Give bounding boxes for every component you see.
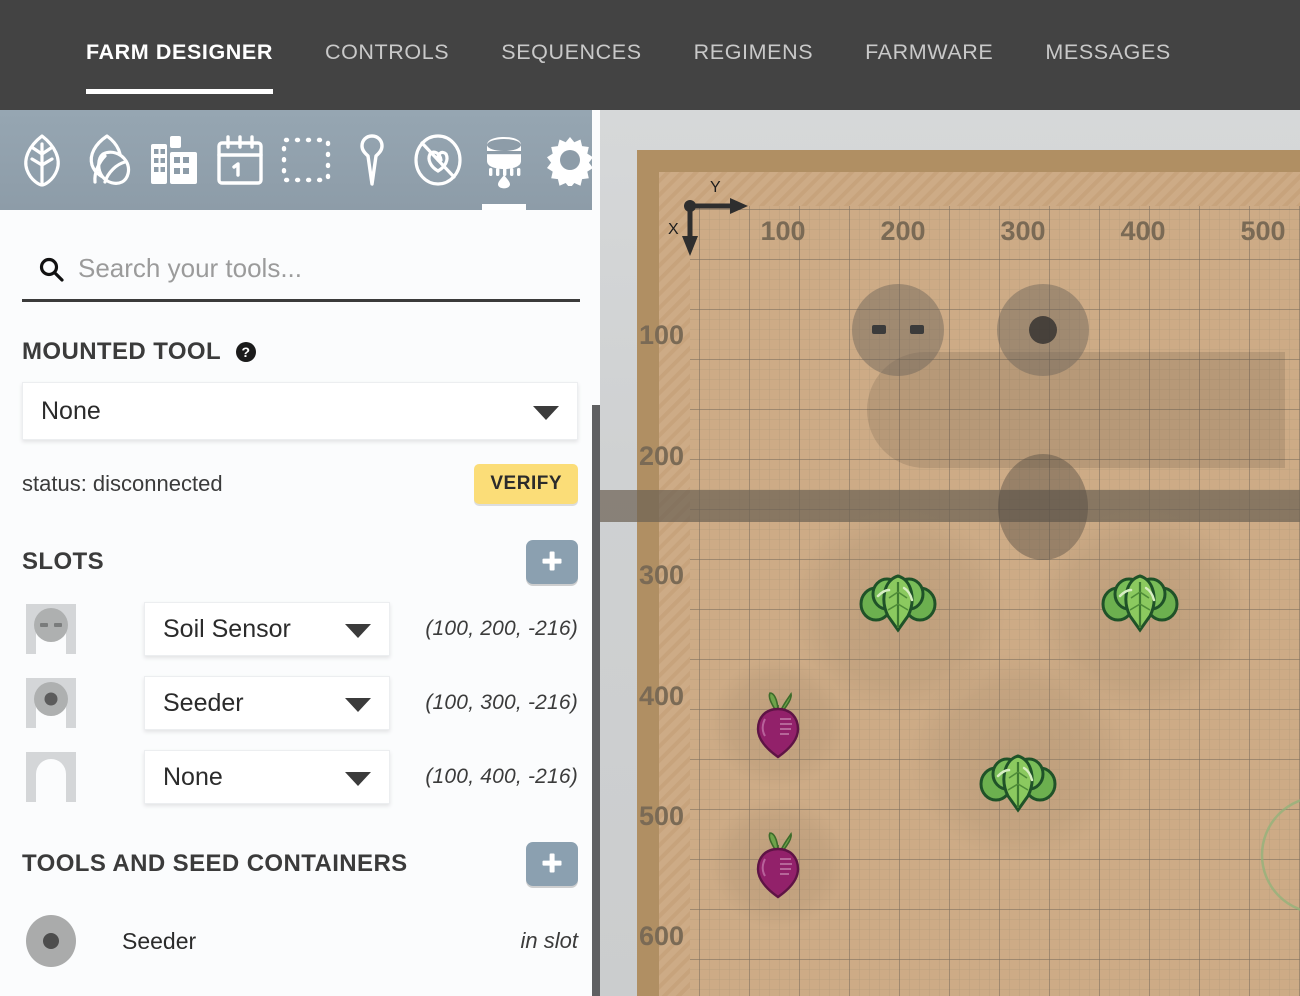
tab-settings[interactable] — [542, 110, 598, 210]
search-input[interactable] — [78, 253, 558, 284]
slot-soil-sensor-icon — [22, 600, 80, 658]
slot-seeder-icon — [22, 674, 80, 732]
seeder-dot-icon — [22, 912, 80, 970]
slot-tool-select[interactable]: None — [144, 750, 390, 804]
slots-header: SLOTS — [22, 540, 578, 584]
mounted-tool-select[interactable]: None — [22, 382, 578, 440]
tab-points[interactable] — [344, 110, 400, 210]
verify-button[interactable]: VERIFY — [474, 464, 578, 504]
garden-map-svg[interactable]: Y X 100 200 300 400 500 100 200 300 400 … — [600, 110, 1300, 996]
gear-icon — [544, 134, 596, 186]
slot-row: Seeder (100, 300, -216) — [22, 674, 578, 732]
mounted-tool-selected-value: None — [41, 397, 101, 426]
slot-coordinates: (100, 400, -216) — [425, 765, 578, 789]
search-icon — [38, 256, 64, 282]
grid-blocks-icon — [149, 134, 199, 186]
tools-and-seed-containers-section: TOOLS AND SEED CONTAINERS — [22, 842, 578, 970]
tools-and-seed-containers-header: TOOLS AND SEED CONTAINERS — [22, 842, 578, 886]
slots-section: SLOTS — [22, 540, 578, 806]
tab-tools[interactable] — [476, 110, 532, 210]
nav-tab-farm-designer[interactable]: FARM DESIGNER — [60, 0, 299, 65]
tool-search-bar[interactable] — [22, 238, 580, 302]
dashed-rectangle-icon — [280, 136, 332, 184]
nav-tab-list: FARM DESIGNER CONTROLS SEQUENCES REGIMEN… — [60, 0, 1197, 110]
tab-groups[interactable] — [80, 110, 136, 210]
slots-title: SLOTS — [22, 548, 104, 576]
tab-weeds[interactable] — [410, 110, 466, 210]
add-tool-button[interactable] — [526, 842, 578, 886]
tool-drip-icon — [477, 131, 531, 189]
svg-text:200: 200 — [639, 441, 684, 471]
plus-icon — [540, 851, 564, 878]
top-navigation-bar: FARM DESIGNER CONTROLS SEQUENCES REGIMEN… — [0, 0, 1300, 110]
mounted-tool-status-row: status: disconnected VERIFY — [22, 464, 578, 504]
tool-item-status: in slot — [521, 928, 578, 954]
nav-tab-sequences[interactable]: SEQUENCES — [475, 0, 667, 65]
farm-designer-app: FARM DESIGNER CONTROLS SEQUENCES REGIMEN… — [0, 0, 1300, 996]
chevron-down-icon — [345, 624, 371, 638]
axis-label-x: X — [668, 221, 679, 238]
svg-text:100: 100 — [760, 216, 805, 246]
pin-icon — [358, 132, 386, 188]
svg-text:300: 300 — [1000, 216, 1045, 246]
slot-row: None (100, 400, -216) — [22, 748, 578, 806]
svg-text:400: 400 — [639, 681, 684, 711]
nav-tab-controls[interactable]: CONTROLS — [299, 0, 475, 65]
no-weeds-icon — [412, 133, 464, 187]
tab-curves[interactable] — [146, 110, 202, 210]
slot-tool-select[interactable]: Seeder — [144, 676, 390, 730]
chevron-down-icon — [533, 406, 559, 420]
leaves-icon — [81, 132, 135, 188]
slot-tool-value: Soil Sensor — [163, 615, 291, 644]
calendar-icon — [214, 133, 266, 187]
slot-coordinates: (100, 300, -216) — [425, 691, 578, 715]
nav-tab-messages[interactable]: MESSAGES — [1019, 0, 1196, 65]
tab-plants[interactable] — [14, 110, 70, 210]
plus-icon — [540, 549, 564, 576]
add-slot-button[interactable] — [526, 540, 578, 584]
mounted-tool-status: status: disconnected — [22, 471, 223, 497]
nav-tab-farmware[interactable]: FARMWARE — [839, 0, 1019, 65]
slot-tool-select[interactable]: Soil Sensor — [144, 602, 390, 656]
nav-tab-regimens[interactable]: REGIMENS — [668, 0, 839, 65]
mounted-tool-title: MOUNTED TOOL — [22, 338, 221, 366]
chevron-down-icon — [345, 772, 371, 786]
farm-designer-map[interactable]: Y X 100 200 300 400 500 100 200 300 400 … — [600, 110, 1300, 996]
list-item[interactable]: Seeder in slot — [22, 912, 578, 970]
tool-seeder-on-map[interactable] — [997, 284, 1089, 376]
slot-tool-value: Seeder — [163, 689, 244, 718]
mounted-tool-section: MOUNTED TOOL ? None status: disconnected… — [22, 338, 578, 504]
slot-row: Soil Sensor (100, 200, -216) — [22, 600, 578, 658]
svg-text:300: 300 — [639, 560, 684, 590]
designer-left-panel: MOUNTED TOOL ? None status: disconnected… — [0, 110, 600, 996]
axis-label-y: Y — [710, 179, 721, 196]
svg-text:?: ? — [242, 344, 251, 360]
slot-tool-value: None — [163, 763, 223, 792]
leaf-icon — [17, 132, 67, 188]
mounted-tool-title-group: MOUNTED TOOL ? — [22, 338, 257, 366]
designer-icon-tab-strip — [0, 110, 600, 210]
slot-coordinates: (100, 200, -216) — [425, 617, 578, 641]
svg-text:500: 500 — [1240, 216, 1285, 246]
svg-text:600: 600 — [639, 921, 684, 951]
svg-text:100: 100 — [639, 320, 684, 350]
tool-soil-sensor-on-map[interactable] — [852, 284, 944, 376]
tab-zones[interactable] — [278, 110, 334, 210]
help-icon[interactable]: ? — [235, 341, 257, 363]
tool-item-name: Seeder — [122, 928, 196, 955]
tools-and-seed-containers-title: TOOLS AND SEED CONTAINERS — [22, 850, 408, 878]
svg-text:500: 500 — [639, 801, 684, 831]
slot-empty-icon — [22, 748, 80, 806]
tool-bays[interactable] — [867, 352, 1285, 468]
chevron-down-icon — [345, 698, 371, 712]
mounted-tool-header: MOUNTED TOOL ? — [22, 338, 578, 366]
svg-text:400: 400 — [1120, 216, 1165, 246]
tab-events[interactable] — [212, 110, 268, 210]
svg-text:200: 200 — [880, 216, 925, 246]
